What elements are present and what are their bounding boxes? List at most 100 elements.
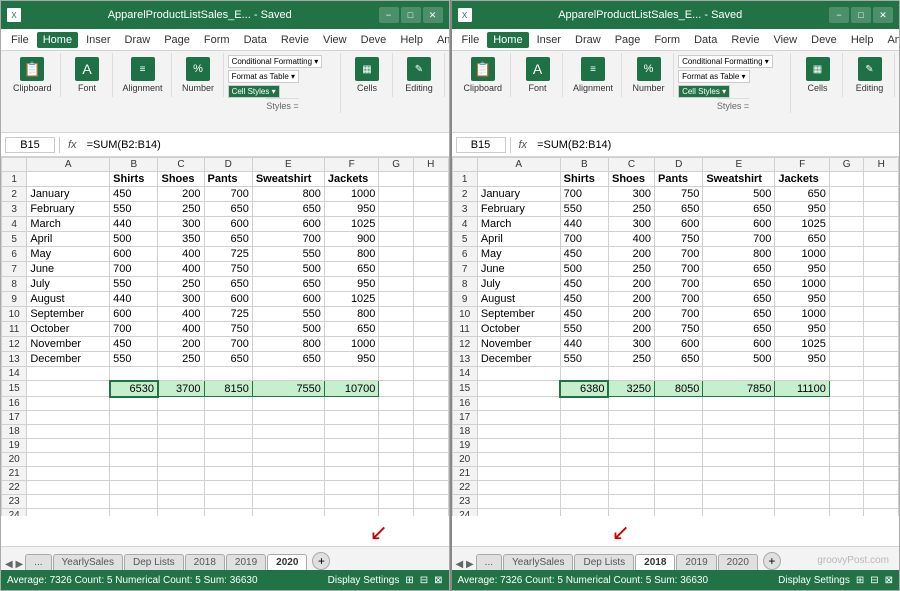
- row-header-8[interactable]: 8: [452, 277, 477, 292]
- cell-r1-c1[interactable]: Shirts: [110, 172, 158, 187]
- cell-r9-c4[interactable]: 650: [703, 292, 775, 307]
- cell-r19-c5[interactable]: [324, 439, 379, 453]
- cell-r1-c3[interactable]: Pants: [204, 172, 252, 187]
- cell-r4-c6[interactable]: [829, 217, 864, 232]
- cell-r16-c2[interactable]: [608, 397, 654, 411]
- cell-r6-c0[interactable]: May: [27, 247, 110, 262]
- cell-r23-c0[interactable]: [477, 495, 560, 509]
- font-btn[interactable]: A Font: [69, 55, 105, 95]
- cell-r21-c1[interactable]: [560, 467, 608, 481]
- row-header-7[interactable]: 7: [452, 262, 477, 277]
- row-header-10[interactable]: 10: [2, 307, 27, 322]
- cell-r1-c5[interactable]: Jackets: [775, 172, 830, 187]
- row-header-13[interactable]: 13: [452, 352, 477, 367]
- cell-r14-c6[interactable]: [829, 367, 864, 381]
- cell-r9-c2[interactable]: 300: [158, 292, 204, 307]
- cell-r14-c1[interactable]: [560, 367, 608, 381]
- cell-r1-c3[interactable]: Pants: [655, 172, 703, 187]
- cell-r4-c6[interactable]: [379, 217, 414, 232]
- cell-r6-c4[interactable]: 800: [703, 247, 775, 262]
- right-tab-yearly[interactable]: YearlySales: [503, 554, 573, 570]
- right-menu-help[interactable]: Help: [845, 32, 880, 48]
- cell-r5-c3[interactable]: 750: [655, 232, 703, 247]
- right-menu-review[interactable]: Revie: [725, 32, 765, 48]
- cell-r16-c0[interactable]: [477, 397, 560, 411]
- alignment-btn[interactable]: ≡ Alignment: [119, 55, 167, 95]
- cell-r19-c2[interactable]: [158, 439, 204, 453]
- cell-r18-c1[interactable]: [110, 425, 158, 439]
- row-header-21[interactable]: 21: [2, 467, 27, 481]
- cell-r1-c0[interactable]: [27, 172, 110, 187]
- cell-r21-c3[interactable]: [655, 467, 703, 481]
- cell-r19-c7[interactable]: [413, 439, 448, 453]
- cell-r24-c7[interactable]: [413, 509, 448, 517]
- cell-r22-c6[interactable]: [379, 481, 414, 495]
- menu-form[interactable]: Form: [198, 32, 236, 48]
- right-minimize-btn[interactable]: −: [829, 7, 849, 23]
- row-header-9[interactable]: 9: [2, 292, 27, 307]
- cell-r18-c0[interactable]: [477, 425, 560, 439]
- row-header-15[interactable]: 15: [452, 381, 477, 397]
- cell-r13-c6[interactable]: [829, 352, 864, 367]
- cell-r12-c4[interactable]: 600: [703, 337, 775, 352]
- cell-r23-c6[interactable]: [379, 495, 414, 509]
- cell-r10-c0[interactable]: September: [27, 307, 110, 322]
- cell-r8-c6[interactable]: [379, 277, 414, 292]
- cell-r13-c1[interactable]: 550: [560, 352, 608, 367]
- row-header-1[interactable]: 1: [452, 172, 477, 187]
- cell-r2-c6[interactable]: [379, 187, 414, 202]
- right-view-layout-icon[interactable]: ⊟: [870, 575, 878, 586]
- cell-r21-c7[interactable]: [413, 467, 448, 481]
- number-btn[interactable]: % Number: [178, 55, 218, 95]
- cell-r5-c6[interactable]: [829, 232, 864, 247]
- cell-r2-c1[interactable]: 450: [110, 187, 158, 202]
- cell-r7-c7[interactable]: [864, 262, 899, 277]
- cell-r19-c3[interactable]: [655, 439, 703, 453]
- cond-format-btn[interactable]: Conditional Formatting ▾: [228, 55, 323, 68]
- left-cell-ref[interactable]: [5, 137, 55, 153]
- cell-r10-c7[interactable]: [864, 307, 899, 322]
- row-header-6[interactable]: 6: [452, 247, 477, 262]
- row-header-1[interactable]: 1: [2, 172, 27, 187]
- col-c[interactable]: C: [158, 158, 204, 172]
- cell-r3-c0[interactable]: February: [27, 202, 110, 217]
- cell-r13-c2[interactable]: 250: [158, 352, 204, 367]
- cell-r10-c2[interactable]: 400: [158, 307, 204, 322]
- cell-r11-c4[interactable]: 650: [703, 322, 775, 337]
- cell-r16-c4[interactable]: [703, 397, 775, 411]
- cell-r15-c2[interactable]: 3250: [608, 381, 654, 397]
- cell-r24-c6[interactable]: [379, 509, 414, 517]
- right-col-e[interactable]: E: [703, 158, 775, 172]
- cell-r7-c7[interactable]: [413, 262, 448, 277]
- cell-r23-c4[interactable]: [252, 495, 324, 509]
- cell-r17-c6[interactable]: [829, 411, 864, 425]
- row-header-12[interactable]: 12: [2, 337, 27, 352]
- cell-r11-c4[interactable]: 500: [252, 322, 324, 337]
- right-clipboard-btn[interactable]: 📋 Clipboard: [460, 55, 507, 95]
- cell-r7-c4[interactable]: 650: [703, 262, 775, 277]
- cell-r2-c0[interactable]: January: [477, 187, 560, 202]
- cell-r11-c3[interactable]: 750: [655, 322, 703, 337]
- cell-r9-c0[interactable]: August: [477, 292, 560, 307]
- cell-r14-c7[interactable]: [864, 367, 899, 381]
- display-settings-btn[interactable]: Display Settings: [328, 575, 400, 586]
- cell-r22-c1[interactable]: [110, 481, 158, 495]
- cell-r10-c3[interactable]: 725: [204, 307, 252, 322]
- cell-r19-c4[interactable]: [703, 439, 775, 453]
- row-header-22[interactable]: 22: [452, 481, 477, 495]
- right-cells-btn[interactable]: ▦ Cells: [800, 55, 836, 95]
- cell-r20-c3[interactable]: [655, 453, 703, 467]
- cell-r18-c2[interactable]: [158, 425, 204, 439]
- menu-anal[interactable]: Anal: [431, 32, 450, 48]
- cell-r24-c0[interactable]: [27, 509, 110, 517]
- cell-r13-c7[interactable]: [864, 352, 899, 367]
- cell-r20-c6[interactable]: [379, 453, 414, 467]
- row-header-20[interactable]: 20: [2, 453, 27, 467]
- cell-r22-c5[interactable]: [324, 481, 379, 495]
- cell-r22-c7[interactable]: [864, 481, 899, 495]
- cell-r15-c1[interactable]: 6380: [560, 381, 608, 397]
- cell-r6-c6[interactable]: [829, 247, 864, 262]
- row-header-2[interactable]: 2: [452, 187, 477, 202]
- cell-r19-c1[interactable]: [110, 439, 158, 453]
- cell-r9-c5[interactable]: 950: [775, 292, 830, 307]
